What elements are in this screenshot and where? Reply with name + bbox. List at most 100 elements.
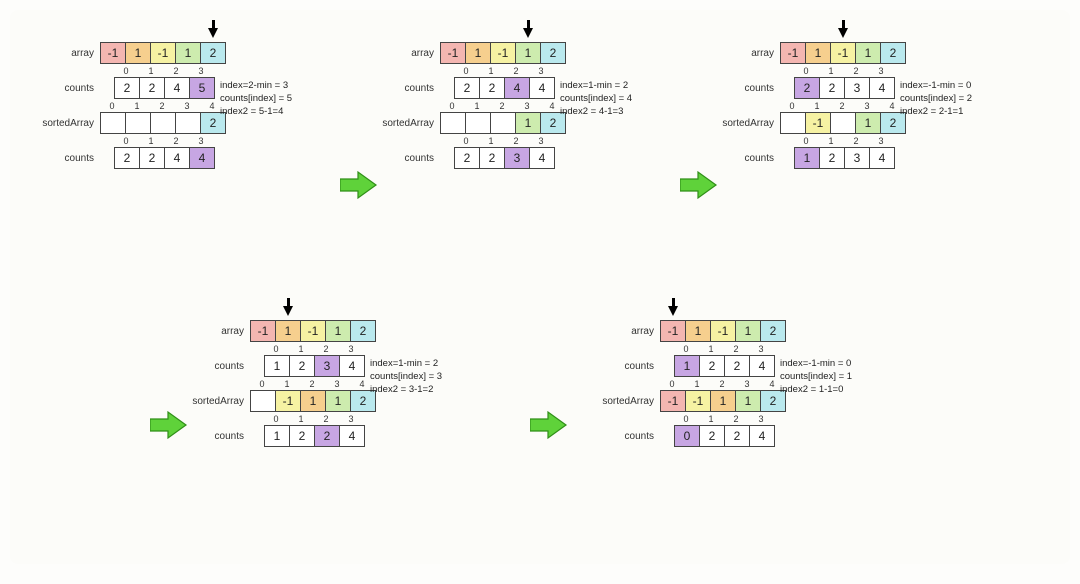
cell: 2 [880, 42, 906, 64]
index-label: 1 [698, 344, 724, 354]
cell: 4 [339, 355, 365, 377]
index-label: 2 [829, 101, 855, 111]
cell: 4 [164, 77, 190, 99]
cell: 0 [674, 425, 700, 447]
cell [175, 112, 201, 134]
index-label: 2 [163, 136, 189, 146]
index-label: 2 [503, 136, 529, 146]
cell: 1 [710, 390, 736, 412]
cell: 4 [339, 425, 365, 447]
cell: -1 [710, 320, 736, 342]
index-label: 0 [793, 66, 819, 76]
cell: -1 [685, 390, 711, 412]
cell: 1 [264, 425, 290, 447]
cell: 2 [350, 320, 376, 342]
cell: -1 [830, 42, 856, 64]
index-label: 3 [748, 344, 774, 354]
index-label: 1 [138, 136, 164, 146]
step1: array-11-1120123counts224501234sortedArr… [40, 32, 226, 171]
cell: -1 [275, 390, 301, 412]
cell: -1 [100, 42, 126, 64]
cell: 5 [189, 77, 215, 99]
row-label: counts [380, 83, 440, 94]
index-label: 3 [528, 136, 554, 146]
cell: 4 [749, 425, 775, 447]
index-label: 0 [99, 101, 125, 111]
index-label: 2 [843, 136, 869, 146]
cell: 2 [114, 147, 140, 169]
index-label: 3 [868, 66, 894, 76]
pointer-arrow-icon [523, 28, 533, 38]
row-label: counts [40, 83, 100, 94]
cell [100, 112, 126, 134]
index-label: 3 [514, 101, 540, 111]
index-label: 3 [528, 66, 554, 76]
index-label: 2 [503, 66, 529, 76]
row-label: counts [380, 153, 440, 164]
cell [490, 112, 516, 134]
cell: 2 [724, 425, 750, 447]
row-label: array [40, 48, 100, 59]
cell: -1 [250, 320, 276, 342]
index-label: 2 [723, 344, 749, 354]
cell: 2 [699, 425, 725, 447]
cell: 2 [114, 77, 140, 99]
cell: 1 [794, 147, 820, 169]
index-label: 1 [684, 379, 710, 389]
cell: 1 [735, 390, 761, 412]
cell: 1 [855, 42, 881, 64]
index-label: 0 [263, 344, 289, 354]
index-label: 1 [698, 414, 724, 424]
pointer-arrow-icon [668, 306, 678, 316]
row-label: sortedArray [720, 118, 780, 129]
cell: 1 [325, 390, 351, 412]
index-label: 3 [324, 379, 350, 389]
index-label: 0 [113, 66, 139, 76]
row-label: counts [190, 361, 250, 372]
cell [780, 112, 806, 134]
index-label: 2 [843, 66, 869, 76]
cell: -1 [490, 42, 516, 64]
flow-arrow-icon [340, 170, 378, 200]
index-label: 3 [174, 101, 200, 111]
index-label: 1 [288, 344, 314, 354]
index-label: 2 [709, 379, 735, 389]
index-label: 3 [748, 414, 774, 424]
index-label: 2 [163, 66, 189, 76]
cell: 1 [735, 320, 761, 342]
index-label: 3 [188, 66, 214, 76]
cell: 1 [325, 320, 351, 342]
index-label: 1 [478, 136, 504, 146]
index-label: 1 [464, 101, 490, 111]
index-label: 3 [188, 136, 214, 146]
calc-annotation: index=2-min = 3counts[index] = 5index2 =… [220, 80, 292, 118]
cell: 2 [289, 355, 315, 377]
row-label: sortedArray [190, 396, 250, 407]
cell: -1 [780, 42, 806, 64]
cell [150, 112, 176, 134]
cell: -1 [440, 42, 466, 64]
cell: 1 [855, 112, 881, 134]
cell: 4 [504, 77, 530, 99]
cell: 2 [479, 77, 505, 99]
index-label: 3 [734, 379, 760, 389]
cell: -1 [150, 42, 176, 64]
cell: 2 [699, 355, 725, 377]
cell: 3 [844, 77, 870, 99]
cell: 1 [275, 320, 301, 342]
cell: 2 [794, 77, 820, 99]
cell: 2 [314, 425, 340, 447]
index-label: 3 [338, 414, 364, 424]
row-label: counts [600, 431, 660, 442]
index-label: 1 [818, 66, 844, 76]
index-label: 2 [489, 101, 515, 111]
index-label: 2 [149, 101, 175, 111]
index-label: 1 [124, 101, 150, 111]
index-label: 0 [673, 414, 699, 424]
index-label: 3 [854, 101, 880, 111]
cell: 2 [479, 147, 505, 169]
calc-annotation: index=-1-min = 0counts[index] = 2index2 … [900, 80, 972, 118]
cell: 2 [454, 77, 480, 99]
index-label: 2 [299, 379, 325, 389]
row-label: sortedArray [600, 396, 660, 407]
